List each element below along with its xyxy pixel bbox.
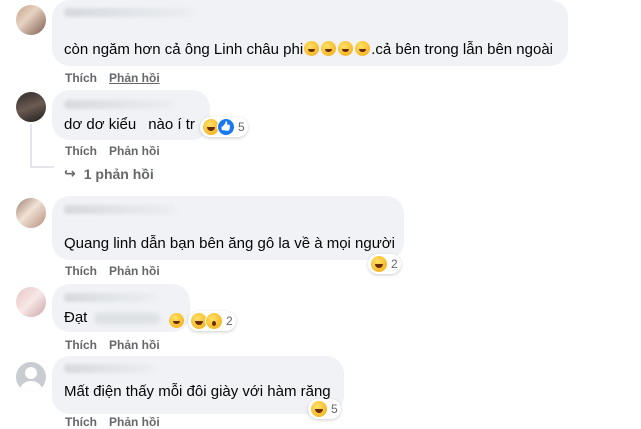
author-name-redacted[interactable] <box>64 100 174 109</box>
comment-text: Quang linh dẫn bạn bên ăng gô la về à mọ… <box>64 235 395 252</box>
rolling-laugh-emoji <box>321 41 337 56</box>
like-button[interactable]: Thích <box>65 338 97 352</box>
reply-arrow-icon: ↪ <box>64 165 76 181</box>
reaction-count: 5 <box>238 120 245 134</box>
author-name-redacted[interactable] <box>64 364 154 373</box>
comment-actions: Thích Phản hồi <box>65 338 160 352</box>
default-avatar-icon[interactable] <box>16 362 46 392</box>
avatar[interactable] <box>16 92 46 122</box>
laugh-emoji <box>169 313 184 328</box>
comment-actions: Thích Phản hồi <box>65 415 160 429</box>
comment-bubble: Đạt <box>52 284 190 332</box>
thread-connector-curve <box>30 166 54 168</box>
like-button[interactable]: Thích <box>65 144 97 158</box>
comment-bubble: dơ dơ kiểu nào í tr <box>52 90 210 140</box>
haha-icon <box>370 255 388 273</box>
reaction-count: 2 <box>226 314 233 328</box>
rolling-laugh-emoji <box>304 41 320 56</box>
like-button[interactable]: Thích <box>65 71 97 85</box>
like-icon <box>217 118 235 136</box>
avatar[interactable] <box>16 5 46 35</box>
reply-button[interactable]: Phản hồi <box>109 264 160 278</box>
reaction-summary[interactable]: 5 <box>200 117 248 137</box>
redacted-mention <box>94 313 160 324</box>
reaction-count: 5 <box>331 402 338 416</box>
comment-text: còn ngăm hơn cả ông Linh châu phi <box>64 41 304 58</box>
author-name-redacted[interactable] <box>64 8 194 17</box>
comment-text-suffix: .cả bên trong lẫn bên ngoài <box>371 41 553 58</box>
comment-text: Mất điện thấy mỗi đôi giày với hàm răng <box>64 383 331 400</box>
like-button[interactable]: Thích <box>65 415 97 429</box>
comment-text: dơ dơ kiểu <box>64 116 137 133</box>
comment-text: nào í tr <box>148 116 195 133</box>
reaction-summary[interactable]: 2 <box>188 311 236 331</box>
view-replies-link[interactable]: ↪ 1 phản hồi <box>64 165 154 182</box>
comment-bubble: Mất điện thấy mỗi đôi giày với hàm răng <box>52 356 344 414</box>
comment-text: Đạt <box>64 309 88 326</box>
reply-button[interactable]: Phản hồi <box>109 71 160 85</box>
rolling-laugh-emoji <box>355 41 371 56</box>
thread-connector <box>30 124 32 168</box>
rolling-laugh-emoji <box>338 41 354 56</box>
wow-icon <box>205 312 223 330</box>
comment-actions: Thích Phản hồi <box>65 144 160 158</box>
reply-button[interactable]: Phản hồi <box>109 415 160 429</box>
author-name-redacted[interactable] <box>64 293 156 302</box>
avatar[interactable] <box>16 198 46 228</box>
comment-actions: Thích Phản hồi <box>65 264 160 278</box>
comment-actions: Thích Phản hồi <box>65 71 160 85</box>
comment-bubble: còn ngăm hơn cả ông Linh châu phi .cả bên… <box>52 0 568 66</box>
comment-bubble: Quang linh dẫn bạn bên ăng gô la về à mọ… <box>52 196 404 260</box>
like-button[interactable]: Thích <box>65 264 97 278</box>
reaction-count: 2 <box>391 257 398 271</box>
avatar[interactable] <box>16 287 46 317</box>
reaction-summary[interactable]: 5 <box>308 399 341 419</box>
reply-button[interactable]: Phản hồi <box>109 338 160 352</box>
author-name-redacted[interactable] <box>64 205 176 214</box>
reply-button[interactable]: Phản hồi <box>109 144 160 158</box>
replies-count-label: 1 phản hồi <box>83 165 154 182</box>
reaction-summary[interactable]: 2 <box>368 254 401 274</box>
haha-icon <box>310 400 328 418</box>
